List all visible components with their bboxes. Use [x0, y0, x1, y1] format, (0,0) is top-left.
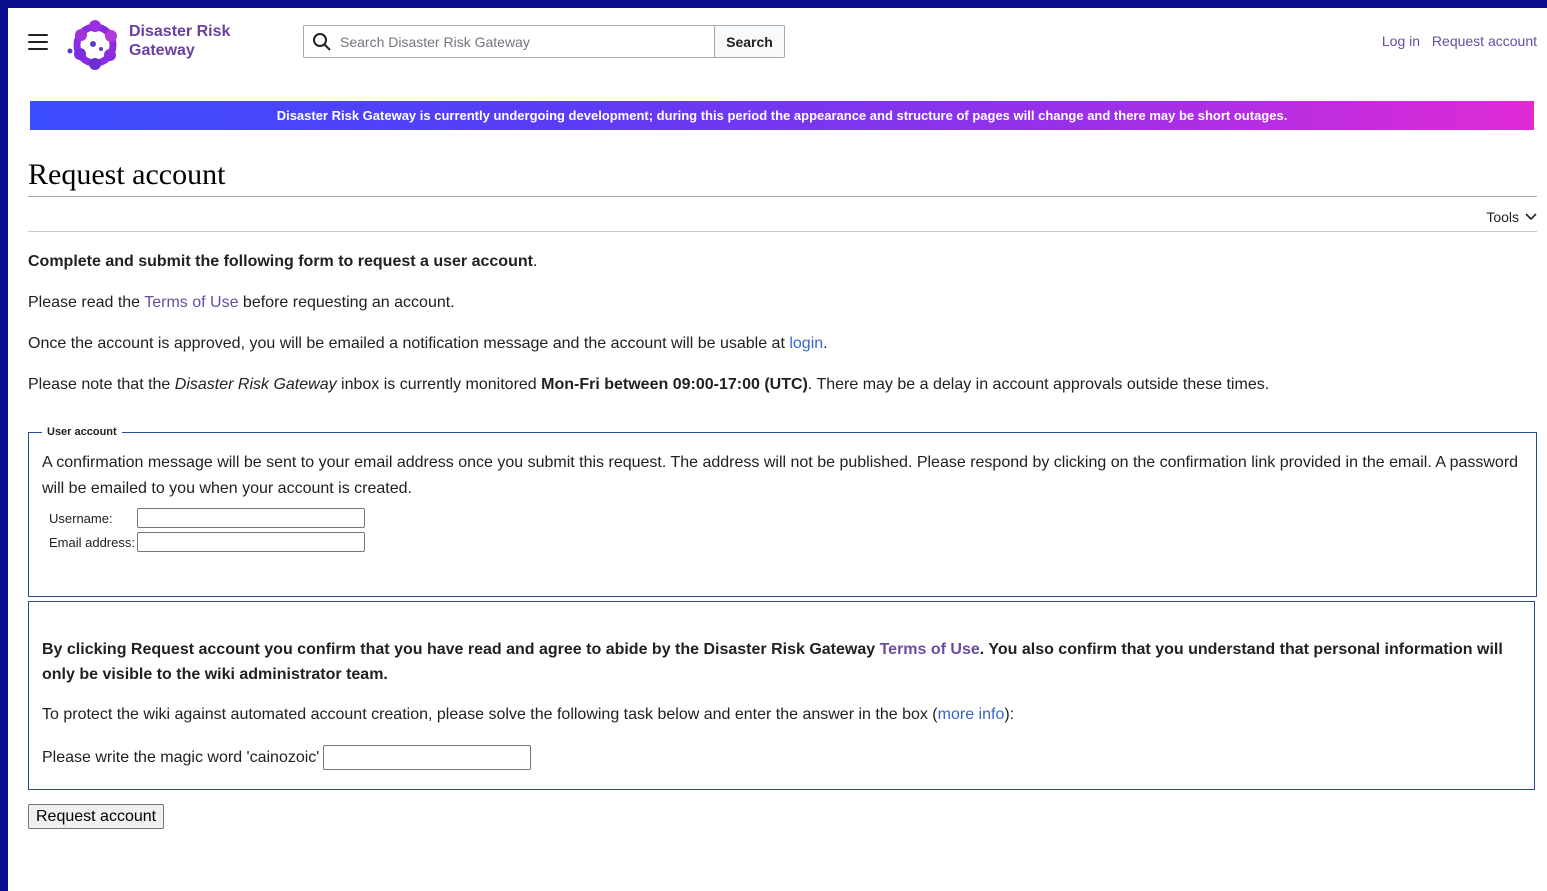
request-account-button[interactable]: Request account — [28, 804, 165, 829]
intro-line-2-post: before requesting an account. — [238, 294, 455, 311]
search-button[interactable]: Search — [714, 26, 784, 57]
search-box: Search — [303, 25, 785, 58]
confirmation-text: A confirmation message will be sent to y… — [42, 454, 1519, 497]
intro-line-3-post: . — [823, 335, 828, 352]
request-account-link[interactable]: Request account — [1432, 33, 1537, 49]
username-input[interactable] — [137, 508, 365, 528]
search-icon — [304, 26, 340, 57]
protect-post: ): — [1004, 706, 1015, 723]
captcha-instructions: To protect the wiki against automated ac… — [42, 706, 1014, 724]
intro-line-4-pre: Please note that the — [28, 376, 175, 393]
user-account-fieldset: User account A confirmation message will… — [28, 426, 1537, 597]
login-inline-link[interactable]: login — [789, 335, 823, 352]
email-input[interactable] — [137, 532, 365, 552]
brand-line-1: Disaster Risk — [129, 23, 231, 40]
captcha-input[interactable] — [323, 745, 532, 770]
office-hours: Mon-Fri between 09:00-17:00 (UTC) — [541, 376, 808, 393]
intro-line-4-post: . There may be a delay in account approv… — [807, 376, 1270, 393]
title-divider — [28, 196, 1537, 197]
intro-line-3-pre: Once the account is approved, you will b… — [28, 335, 790, 352]
captcha-label: Please write the magic word 'cainozoic' — [42, 748, 320, 766]
username-row: Username: — [49, 508, 1523, 528]
user-account-legend: User account — [47, 426, 117, 438]
intro-line-1-end: . — [532, 253, 538, 270]
username-label: Username: — [49, 510, 113, 526]
page: Disaster Risk Gateway Search Log in Requ… — [8, 8, 1547, 891]
email-label: Email address: — [49, 534, 135, 550]
protect-pre: To protect the wiki against automated ac… — [42, 706, 938, 723]
site-notice-banner: Disaster Risk Gateway is currently under… — [30, 101, 1534, 130]
intro-content: Complete and submit the following form t… — [28, 252, 1537, 416]
site-name-italic: Disaster Risk Gateway — [174, 376, 337, 393]
chevron-down-icon — [1525, 213, 1537, 221]
intro-line-1: Complete and submit the following form t… — [28, 252, 1537, 272]
agreement-text: By clicking Request account you confirm … — [42, 637, 1522, 687]
intro-line-3: Once the account is approved, you will b… — [28, 334, 1537, 354]
menu-icon[interactable] — [28, 34, 48, 50]
terms-of-use-link[interactable]: Terms of Use — [144, 294, 238, 311]
agreement-terms-link[interactable]: Terms of Use — [880, 641, 980, 658]
intro-line-2: Please read the Terms of Use before requ… — [28, 293, 1537, 313]
more-info-link[interactable]: more info — [938, 706, 1005, 723]
login-link[interactable]: Log in — [1382, 33, 1420, 49]
agreement-pre: By clicking Request account you confirm … — [42, 641, 880, 658]
intro-line-4-mid: inbox is currently monitored — [336, 376, 542, 393]
brand-name[interactable]: Disaster Risk Gateway — [129, 22, 230, 60]
tools-divider — [28, 231, 1537, 232]
tools-label: Tools — [1486, 209, 1519, 225]
intro-line-2-pre: Please read the — [28, 294, 145, 311]
brand-line-2: Gateway — [129, 42, 195, 59]
intro-bold: Complete and submit the following form t… — [28, 253, 533, 270]
user-links: Log in Request account — [1374, 33, 1537, 49]
captcha-row: Please write the magic word 'cainozoic' — [42, 745, 532, 770]
logo-icon[interactable] — [66, 16, 124, 74]
agreement-box: By clicking Request account you confirm … — [28, 601, 1535, 790]
email-row: Email address: — [49, 532, 1523, 552]
page-title: Request account — [28, 158, 226, 191]
intro-line-4: Please note that the Disaster Risk Gatew… — [28, 375, 1537, 395]
search-input[interactable] — [340, 26, 714, 57]
tools-dropdown[interactable]: Tools — [1486, 209, 1537, 225]
